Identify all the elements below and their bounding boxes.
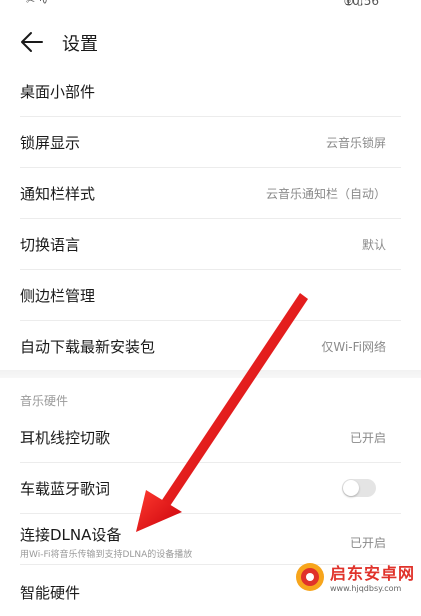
- setting-notification-style[interactable]: 通知栏样式 云音乐通知栏（自动）: [0, 168, 421, 219]
- back-button[interactable]: [18, 28, 46, 56]
- car-lyrics-toggle[interactable]: [342, 479, 376, 497]
- setting-auto-download[interactable]: 自动下载最新安装包 仅Wi-Fi网络: [0, 321, 421, 372]
- section-separator: [0, 370, 421, 378]
- setting-label: 侧边栏管理: [20, 287, 96, 305]
- setting-value: 默认: [361, 238, 386, 252]
- watermark-text: 启东安卓网: [329, 564, 415, 583]
- setting-value: 云音乐通知栏（自动）: [265, 187, 386, 201]
- setting-label: 自动下载最新安装包: [20, 338, 156, 356]
- status-time: 10:56: [344, 0, 379, 8]
- header: 设置: [0, 22, 421, 62]
- site-logo-icon: [295, 562, 324, 591]
- watermark-url: www.hjqdbsy.com: [329, 584, 402, 593]
- setting-value: 已开启: [349, 431, 386, 445]
- setting-label: 耳机线控切歌: [20, 429, 111, 447]
- setting-label: 锁屏显示: [20, 134, 81, 152]
- setting-value: 仅Wi-Fi网络: [321, 340, 386, 354]
- setting-label: 智能硬件: [20, 584, 81, 602]
- section-label: 音乐硬件: [20, 394, 69, 408]
- setting-lockscreen[interactable]: 锁屏显示 云音乐锁屏: [0, 117, 421, 168]
- page-title: 设置: [62, 34, 98, 55]
- setting-subtitle: 用Wi-Fi将音乐传输到支持DLNA的设备播放: [20, 550, 193, 560]
- setting-value: 已开启: [349, 536, 386, 550]
- setting-car-bluetooth-lyrics[interactable]: 车载蓝牙歌词: [0, 463, 421, 514]
- setting-label: 车载蓝牙歌词: [20, 480, 111, 498]
- setting-value: 云音乐锁屏: [325, 136, 386, 150]
- setting-language[interactable]: 切换语言 默认: [0, 219, 421, 270]
- setting-label: 切换语言: [20, 236, 81, 254]
- setting-headset-control[interactable]: 耳机线控切歌 已开启: [0, 412, 421, 463]
- setting-label: 连接DLNA设备: [20, 526, 122, 544]
- setting-desktop-widget[interactable]: 桌面小部件: [0, 66, 421, 117]
- back-arrow-icon: [21, 32, 43, 52]
- signal-icon: ✂ ∿: [26, 0, 48, 7]
- setting-label: 通知栏样式: [20, 185, 96, 203]
- setting-sidebar-management[interactable]: 侧边栏管理: [0, 270, 421, 321]
- site-watermark: 启东安卓网 www.hjqdbsy.com: [294, 560, 415, 593]
- toggle-knob: [343, 480, 359, 496]
- status-bar: ✂ ∿ ◎ ▯ 10:56: [0, 0, 421, 10]
- setting-label: 桌面小部件: [20, 83, 96, 101]
- setting-dlna[interactable]: 连接DLNA设备 用Wi-Fi将音乐传输到支持DLNA的设备播放 已开启: [0, 514, 421, 565]
